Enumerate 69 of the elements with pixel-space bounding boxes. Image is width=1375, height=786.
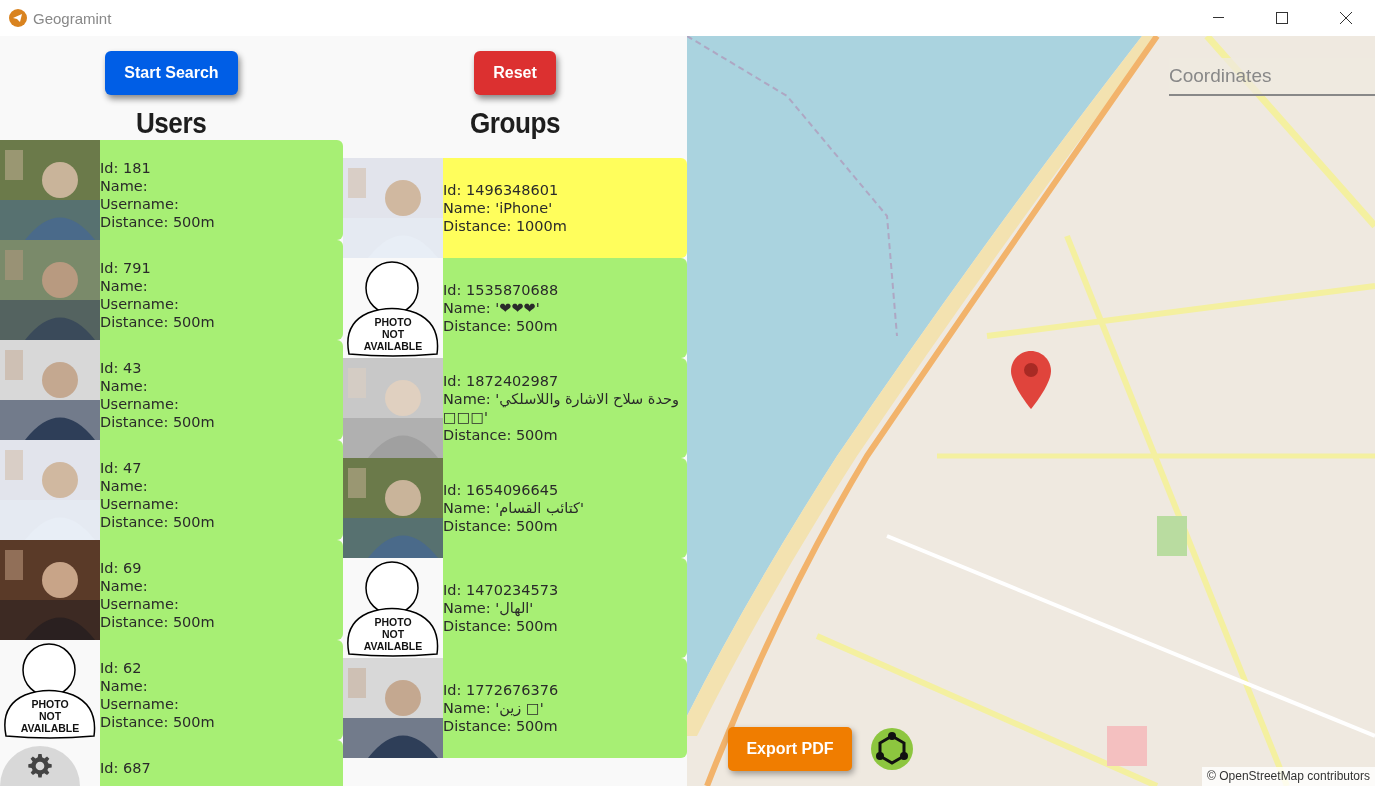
paper-plane-icon xyxy=(9,9,27,27)
result-card[interactable]: Id: 69 Name: Username: Distance: 500m xyxy=(100,540,343,640)
groups-heading: Groups xyxy=(469,107,561,140)
result-card[interactable]: Id: 47 Name: Username: Distance: 500m xyxy=(100,440,343,540)
result-text: Name: 'كتائب القسام' xyxy=(443,499,585,517)
result-card[interactable]: Id: 1535870688 Name: '❤❤❤' Distance: 500m xyxy=(443,258,687,358)
photo-placeholder-text: PHOTO NOT AVAILABLE xyxy=(362,616,424,652)
result-text: Distance: 500m xyxy=(443,317,559,335)
result-card[interactable]: Id: 43 Name: Username: Distance: 500m xyxy=(100,340,343,440)
maximize-icon xyxy=(1276,12,1288,24)
logo-icon xyxy=(871,728,913,770)
result-text: Username: xyxy=(100,695,180,713)
result-text: Id: 62 xyxy=(100,659,143,677)
result-text: Name: 'الهال' xyxy=(443,599,535,617)
result-card[interactable]: Id: 181 Name: Username: Distance: 500m xyxy=(100,140,343,240)
result-text: Id: 1535870688 xyxy=(443,281,560,299)
result-card[interactable]: Id: 687 xyxy=(100,740,343,786)
result-text: Id: 69 xyxy=(100,559,143,577)
result-text: Id: 791 xyxy=(100,259,152,277)
result-text: Distance: 500m xyxy=(443,717,559,735)
window-title: Geogramint xyxy=(33,9,113,27)
result-card[interactable]: Id: 791 Name: Username: Distance: 500m xyxy=(100,240,343,340)
result-text: Name: xyxy=(100,677,149,695)
result-text: Name: xyxy=(100,377,149,395)
start-search-button[interactable]: Start Search xyxy=(105,51,238,95)
result-text: Id: 181 xyxy=(100,159,152,177)
result-text: Name: 'iPhone' xyxy=(443,199,554,217)
result-text: Name: xyxy=(100,177,149,195)
photo-placeholder-text: PHOTO NOT AVAILABLE xyxy=(19,698,81,734)
result-text: Username: xyxy=(100,495,180,513)
coordinates-field[interactable]: Coordinates xyxy=(1169,58,1375,96)
result-text: Username: xyxy=(100,295,180,313)
result-text: Distance: 500m xyxy=(100,713,216,731)
result-text: Distance: 500m xyxy=(443,517,559,535)
result-text: Username: xyxy=(100,395,180,413)
result-text: Id: 1654096645 xyxy=(443,481,560,499)
map-pin-icon[interactable] xyxy=(1011,351,1051,409)
photo-placeholder-text: PHOTO NOT AVAILABLE xyxy=(362,316,424,352)
result-text: Distance: 500m xyxy=(100,513,216,531)
result-text: Id: 1470234573 xyxy=(443,581,560,599)
users-heading: Users xyxy=(136,107,207,140)
result-card[interactable]: Id: 62 Name: Username: Distance: 500m xyxy=(100,640,343,740)
result-text: Name: 'زين □' xyxy=(443,699,545,717)
result-text: Name: 'وحدة سلاح الاشارة واللاسلكي □□□' xyxy=(443,390,681,426)
result-text: Distance: 500m xyxy=(100,413,216,431)
minimize-icon xyxy=(1212,17,1224,19)
result-card[interactable]: Id: 1496348601 Name: 'iPhone' Distance: 1000m xyxy=(443,158,687,258)
result-text: Distance: 500m xyxy=(443,617,559,635)
result-text: Id: 1496348601 xyxy=(443,181,560,199)
result-text: Id: 1872402987 xyxy=(443,372,560,390)
result-text: Name: xyxy=(100,477,149,495)
settings-icon xyxy=(27,753,53,779)
result-text: Distance: 1000m xyxy=(443,217,568,235)
result-text: Name: xyxy=(100,577,149,595)
result-text: Id: 43 xyxy=(100,359,143,377)
result-text: Id: 1772676376 xyxy=(443,681,560,699)
result-text: Distance: 500m xyxy=(100,613,216,631)
result-text: Username: xyxy=(100,595,180,613)
map-attribution: © OpenStreetMap contributors xyxy=(1202,767,1375,786)
reset-button[interactable]: Reset xyxy=(474,51,556,95)
result-text: Name: xyxy=(100,277,149,295)
result-text: Id: 47 xyxy=(100,459,143,477)
result-text: Username: xyxy=(100,195,180,213)
result-text: Id: 687 xyxy=(100,759,152,777)
close-icon xyxy=(1340,12,1352,24)
result-text: Distance: 500m xyxy=(100,313,216,331)
result-text: Distance: 500m xyxy=(443,426,559,444)
result-text: Name: '❤❤❤' xyxy=(443,299,541,317)
result-text: Distance: 500m xyxy=(100,213,216,231)
